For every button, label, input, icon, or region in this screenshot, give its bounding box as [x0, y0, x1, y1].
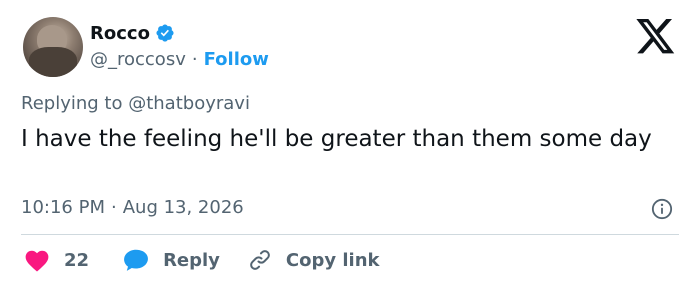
author-handle[interactable]: @_roccosv — [90, 49, 186, 70]
copy-link-label: Copy link — [285, 249, 380, 271]
timestamp-separator: · — [110, 197, 117, 218]
reply-context: Replying to @thatboyravi — [21, 93, 250, 114]
like-button[interactable]: 22 — [24, 248, 89, 272]
avatar[interactable] — [23, 17, 83, 77]
info-icon[interactable] — [651, 198, 673, 220]
tweet-date: Aug 13, 2026 — [122, 197, 244, 218]
handle-separator: · — [191, 48, 198, 70]
handle-row: @_roccosv · Follow — [90, 47, 269, 71]
author-name[interactable]: Rocco — [90, 23, 150, 44]
tweet-text: I have the feeling he'll be greater than… — [21, 126, 652, 152]
verified-badge-icon — [155, 23, 175, 43]
speech-bubble-icon — [123, 248, 149, 272]
likes-count: 22 — [64, 249, 90, 271]
follow-button[interactable]: Follow — [204, 49, 269, 70]
x-logo-icon[interactable] — [636, 19, 676, 55]
divider — [21, 234, 679, 235]
heart-icon — [24, 248, 50, 272]
link-icon — [248, 248, 272, 272]
action-bar: 22 Reply Copy link — [24, 245, 380, 275]
tweet-timestamp[interactable]: 10:16 PM · Aug 13, 2026 — [21, 197, 244, 218]
author-name-row: Rocco — [90, 21, 175, 45]
reply-label: Reply — [163, 249, 220, 271]
copy-link-button[interactable]: Copy link — [248, 248, 380, 272]
tweet-time: 10:16 PM — [21, 197, 105, 218]
reply-context-prefix: Replying to — [21, 93, 123, 114]
reply-context-mention[interactable]: @thatboyravi — [128, 93, 250, 114]
reply-button[interactable]: Reply — [123, 248, 220, 272]
